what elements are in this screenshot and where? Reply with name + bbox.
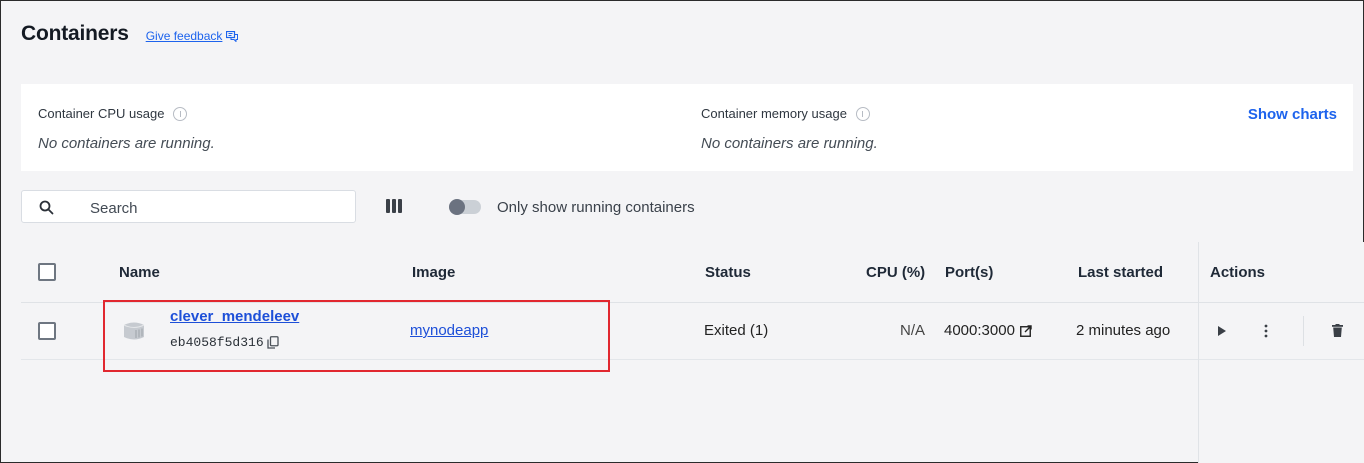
more-vertical-icon[interactable] [1264,324,1268,338]
port-link[interactable]: 4000:3000 [944,322,1032,339]
search-field[interactable] [21,190,356,223]
cpu-usage-empty: No containers are running. [38,135,215,152]
info-icon[interactable] [173,106,188,121]
page-title: Containers [21,22,129,45]
table-row[interactable]: clever_mendeleev eb4058f5d316 mynodeapp … [21,303,1364,360]
actions-column: Actions [1198,242,1364,463]
table-header: Name Image Status CPU (%) Port(s) Last s… [21,242,1364,303]
usage-panel: Container CPU usage No containers are ru… [21,84,1353,171]
column-header-ports[interactable]: Port(s) [945,264,993,281]
column-header-last-started[interactable]: Last started [1078,264,1163,281]
columns-icon[interactable] [386,199,402,213]
container-name-link[interactable]: clever_mendeleev [170,308,299,325]
memory-usage-label: Container memory usage [701,106,870,121]
row-checkbox[interactable] [38,322,56,340]
search-input[interactable] [88,195,342,221]
cpu-usage-label: Container CPU usage [38,106,188,121]
page-header: Containers Give feedback [21,22,239,46]
give-feedback-link[interactable]: Give feedback [146,29,239,43]
actions-divider [1303,316,1304,346]
container-id: eb4058f5d316 [170,335,264,350]
select-all-checkbox[interactable] [38,263,56,281]
give-feedback-label: Give feedback [145,29,223,43]
containers-table: Name Image Status CPU (%) Port(s) Last s… [21,242,1364,463]
image-link[interactable]: mynodeapp [410,322,488,339]
external-link-icon [1019,324,1032,337]
show-charts-button[interactable]: Show charts [1248,106,1337,123]
column-header-image[interactable]: Image [412,264,455,281]
column-header-name[interactable]: Name [119,264,160,281]
play-icon[interactable] [1218,326,1226,336]
status-text: Exited (1) [704,322,769,339]
cpu-usage-label-text: Container CPU usage [38,106,165,121]
container-icon [123,322,145,340]
running-only-toggle[interactable] [449,199,481,215]
actions-header-divider [1199,302,1364,303]
trash-icon[interactable] [1332,324,1343,337]
memory-usage-empty: No containers are running. [701,135,878,152]
memory-usage-label-text: Container memory usage [701,106,847,121]
column-header-actions: Actions [1210,264,1266,281]
feedback-icon [226,30,239,42]
column-header-cpu[interactable]: CPU (%) [866,264,925,281]
cpu-value: N/A [900,322,926,339]
info-icon[interactable] [855,106,870,121]
port-label: 4000:3000 [944,322,1015,339]
search-icon [39,200,54,215]
column-header-status[interactable]: Status [705,264,751,281]
actions-row-divider [1199,359,1364,360]
last-started-value: 2 minutes ago [1076,322,1171,339]
running-only-label: Only show running containers [497,199,695,216]
copy-icon[interactable] [267,336,279,349]
